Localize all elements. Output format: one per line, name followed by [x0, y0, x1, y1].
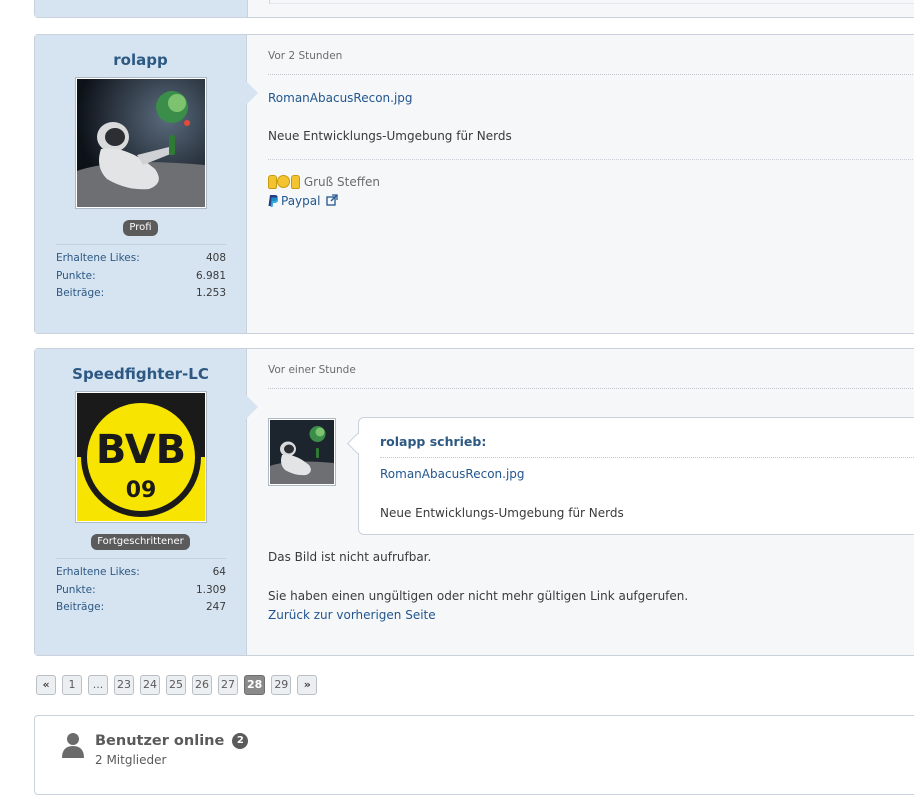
- quote-box: rolapp schrieb: RomanAbacusRecon.jpg Neu…: [346, 417, 914, 535]
- stat-value: 1.309: [195, 583, 226, 596]
- paypal-icon: [268, 195, 278, 207]
- stat-value: 1.253: [195, 287, 226, 299]
- stat-likes: Erhaltene Likes: 408: [56, 250, 226, 268]
- back-link[interactable]: Zurück zur vorherigen Seite: [268, 608, 436, 622]
- users-online-title: Benutzer online 2: [95, 733, 249, 749]
- grin-emoji-icon: [277, 175, 290, 188]
- attachment-link[interactable]: RomanAbacusRecon.jpg: [268, 91, 413, 105]
- stat-likes: Erhaltene Likes: 64: [56, 564, 226, 582]
- stat-value: 64: [212, 566, 226, 578]
- users-online-label[interactable]: Benutzer online: [95, 733, 224, 749]
- prev-page-button[interactable]: «: [36, 675, 56, 695]
- post-text-line: Das Bild ist nicht aufrufbar.: [268, 550, 432, 564]
- thumbs-up-icon: [291, 175, 300, 189]
- stat-label[interactable]: Punkte:: [56, 268, 96, 286]
- paypal-link[interactable]: Paypal: [268, 194, 338, 208]
- rank-badge: Fortgeschrittener: [91, 534, 190, 550]
- stat-label[interactable]: Beiträge:: [56, 285, 104, 303]
- avatar-astronaut-image: [76, 79, 205, 207]
- stat-points: Punkte: 1.309: [56, 582, 226, 600]
- svg-text:09: 09: [125, 478, 156, 503]
- users-online-subtitle: 2 Mitglieder: [95, 753, 167, 767]
- post-text-line: Sie haben einen ungültigen oder nicht me…: [268, 589, 689, 603]
- page-button[interactable]: 25: [166, 675, 186, 695]
- stat-label[interactable]: Erhaltene Likes:: [56, 250, 140, 268]
- divider: [268, 388, 914, 389]
- paypal-label: Paypal: [281, 194, 321, 208]
- external-link-icon: [326, 194, 338, 206]
- avatar[interactable]: [74, 77, 207, 209]
- previous-post-quote-end: [269, 0, 914, 4]
- avatar[interactable]: BVB 09: [74, 391, 207, 523]
- signature-divider: [268, 159, 914, 160]
- quote-arrow: [346, 432, 369, 455]
- post-time[interactable]: Vor 2 Stunden: [268, 50, 914, 62]
- post-content: Vor 2 Stunden RomanAbacusRecon.jpg Neue …: [268, 35, 914, 333]
- sidebar-arrow: [246, 81, 258, 105]
- page-button[interactable]: 1: [62, 675, 82, 695]
- post-author-sidebar: rolapp Profi Erhaltene Likes: 408 Punkte…: [35, 35, 258, 333]
- next-page-button[interactable]: »: [297, 675, 318, 695]
- user-icon: [62, 733, 84, 758]
- page-button[interactable]: 24: [140, 675, 160, 695]
- stat-label[interactable]: Beiträge:: [56, 599, 104, 617]
- pagination: « 1 ... 23 24 25 26 27 28 29 »: [36, 675, 318, 695]
- post-text: Neue Entwicklungs-Umgebung für Nerds: [268, 129, 512, 143]
- author-stats: Erhaltene Likes: 64 Punkte: 1.309 Beiträ…: [56, 558, 226, 617]
- avatar-astronaut-image: [270, 420, 334, 484]
- avatar-bvb-logo: BVB 09: [76, 393, 205, 521]
- stat-value: 247: [205, 601, 226, 613]
- quote-divider: [380, 457, 914, 458]
- current-page-button[interactable]: 28: [244, 675, 266, 695]
- quote-author-avatar[interactable]: [268, 418, 336, 486]
- quote-author[interactable]: rolapp schrieb:: [380, 434, 486, 449]
- quote-text: Neue Entwicklungs-Umgebung für Nerds: [380, 506, 624, 520]
- page-button[interactable]: 26: [192, 675, 212, 695]
- page-button[interactable]: 23: [114, 675, 134, 695]
- signature: Gruß Steffen: [268, 175, 914, 189]
- author-name[interactable]: rolapp: [35, 51, 246, 69]
- stat-points: Punkte: 6.981: [56, 268, 226, 286]
- page-button[interactable]: 29: [271, 675, 292, 695]
- divider: [268, 74, 914, 75]
- post: Speedfighter-LC BVB 09 Fortgeschrittener…: [34, 348, 914, 656]
- quote-attachment-link[interactable]: RomanAbacusRecon.jpg: [380, 467, 525, 481]
- previous-post-sidebar: [35, 0, 248, 17]
- sidebar-arrow: [246, 395, 258, 419]
- page-button[interactable]: 27: [218, 675, 238, 695]
- page-ellipsis-button[interactable]: ...: [88, 675, 108, 695]
- post-content: Vor einer Stunde rolapp schrieb: RomanAb…: [268, 349, 914, 655]
- previous-post-remnant: [34, 0, 914, 18]
- users-online-count-badge: 2: [232, 733, 249, 749]
- users-online-box: Benutzer online 2 2 Mitglieder: [34, 715, 914, 795]
- stat-label[interactable]: Erhaltene Likes:: [56, 564, 140, 582]
- author-stats: Erhaltene Likes: 408 Punkte: 6.981 Beitr…: [56, 244, 226, 303]
- stat-posts: Beiträge: 247: [56, 599, 226, 617]
- stat-value: 408: [205, 252, 226, 264]
- signature-text: Gruß Steffen: [303, 175, 380, 189]
- thumbs-up-icon: [268, 175, 277, 189]
- post-author-sidebar: Speedfighter-LC BVB 09 Fortgeschrittener…: [35, 349, 258, 655]
- post-time[interactable]: Vor einer Stunde: [268, 364, 914, 376]
- stat-label[interactable]: Punkte:: [56, 582, 96, 600]
- rank-badge: Profi: [123, 220, 158, 236]
- post: rolapp Profi Erhaltene Likes: 408 Punkte…: [34, 34, 914, 334]
- stat-posts: Beiträge: 1.253: [56, 285, 226, 303]
- author-name[interactable]: Speedfighter-LC: [35, 365, 246, 383]
- stat-value: 6.981: [195, 269, 226, 282]
- svg-text:BVB: BVB: [95, 427, 185, 473]
